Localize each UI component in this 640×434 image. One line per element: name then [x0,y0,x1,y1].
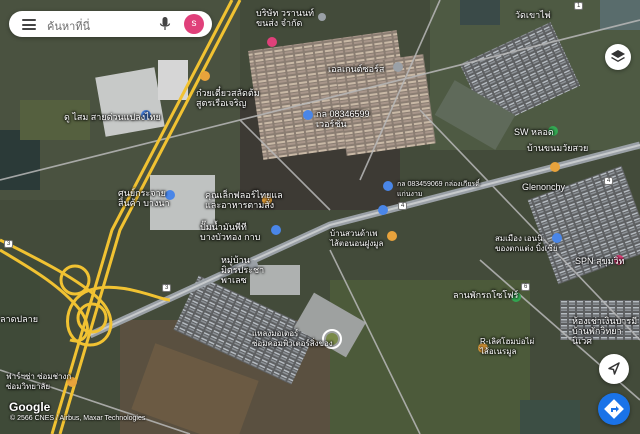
satellite-map[interactable] [0,0,640,434]
map-label-temple[interactable]: วัดเขาไพ่ [515,10,551,20]
map-label-samanea[interactable]: สมเมือง เอนนิ ของตกแต่ง บิ้งเซีย [495,234,558,254]
map-label-dusam[interactable]: ดู ไสม สายด่วนแปลงไทย [64,112,161,122]
locate-icon [608,362,620,375]
road-badge: 4 [604,177,614,185]
menu-icon[interactable] [22,19,36,30]
map-label-glenonchy[interactable]: Glenonchy [522,182,565,192]
map-label-phone-shop1[interactable]: กล 08346599 เวอร์ชั่น [316,109,370,129]
road-badge: 3 [162,284,172,292]
locate-button[interactable] [599,354,629,384]
map-label-noodle[interactable]: ก๋วยเตี๋ยวสลัดต้ม สูตรเรือเจริญ [196,88,266,108]
map-label-village[interactable]: หมู่บ้าน มิตรประชา พาเลซ [221,255,264,285]
attribution: © 2566 CNES / Airbus, Maxar Technologies [10,415,146,422]
map-label-ladplai[interactable]: ลาดปลาย [0,314,38,324]
road-badge: 4 [398,202,408,210]
road-badge: 1 [574,2,584,10]
map-label-chabee[interactable]: บ้านสวนด้าเพ ไส้ตอนอนฝูงมูล [330,229,383,249]
google-logo: Google [9,400,51,414]
road-badge: 6 [521,283,531,291]
map-label-bankhanom[interactable]: บ้านขนมวัยสวย [527,143,588,153]
map-label-spn[interactable]: SPN สุขุมวิท [575,256,625,266]
map-label-elegance[interactable]: เอลเกนต์ซอร์ส [328,64,384,74]
map-label-distribution[interactable]: ศูนย์กระจาย สินค้า บางนา [118,188,170,208]
map-label-phone-shop2[interactable]: กล 083459069 กล่องเกียรติ์ แก่นงาม [397,180,480,200]
mic-icon[interactable] [159,16,171,32]
directions-button[interactable] [598,393,630,425]
map-label-homemart[interactable]: R-เลิศโฮมบ่อไผ่ ไส้อเนรมูล [480,337,534,357]
map-label-company[interactable]: บริษัท วรานนท์ ขนส่ง จำกัด [256,8,314,28]
layers-icon [611,50,625,62]
search-input[interactable]: ค้นหาที่นี่ [47,17,90,35]
map-label-motor[interactable]: แหลงมอเตอร์ ซ่อมคอมพิวเตอร์สิ่งของ [252,329,333,349]
layers-button[interactable] [605,44,631,70]
map-label-gas-station[interactable]: ปั๊มน้ำมันพีที บางบัวทอง กาบ [200,222,260,242]
search-bar[interactable]: ค้นหาที่นี่ s [9,11,212,37]
avatar[interactable]: s [184,14,204,34]
map-label-park[interactable]: ลานพักรถโซโฟร์ [453,290,518,300]
directions-icon [604,399,624,419]
map-label-sw[interactable]: SW หลอด [514,127,554,137]
map-label-repair[interactable]: ฟาร์ฯซ่า ซ่อมช่างก ซ่อมวิทยาลัย [6,372,71,392]
map-label-restaurant[interactable]: คุณเล็กฟลอร์ไทยแล และอาหารตามสั่ง [205,190,283,210]
road-badge: 3 [4,240,14,248]
map-label-housing[interactable]: ห้องเช่าเงินบารมี บ้านพักวิทยานิเวศ [572,316,640,346]
